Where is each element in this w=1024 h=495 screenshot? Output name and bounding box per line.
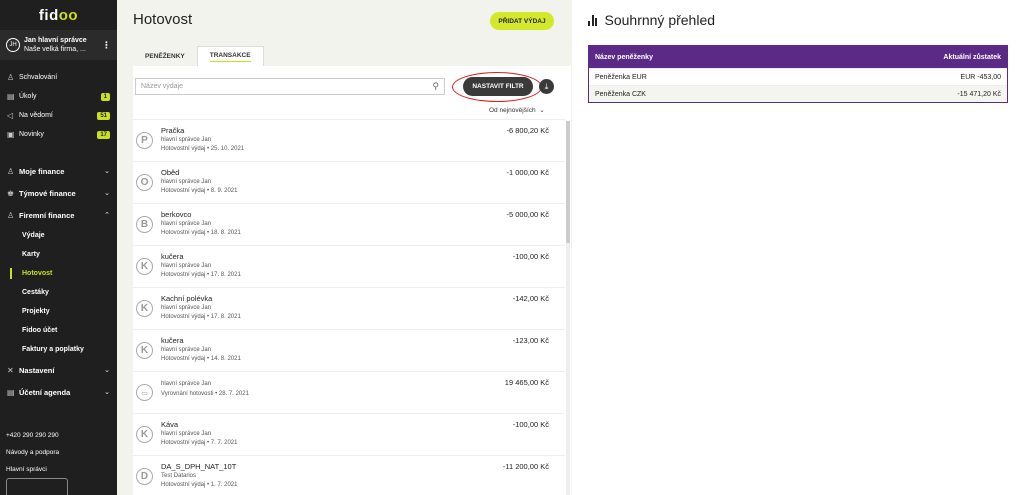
team-icon: ♚ [7,188,15,198]
sidebar-item-approvals[interactable]: ♙ Schvalování [0,68,117,87]
table-row[interactable]: P Pračka hlavní správce Jan Hotovostní v… [133,119,565,161]
add-expense-button[interactable]: PŘIDAT VÝDAJ [490,12,554,30]
chevron-down-icon: ⌄ [104,389,110,396]
tab-transactions[interactable]: TRANSAKCE [196,46,264,66]
table-row[interactable]: ▭ hlavní správce Jan Vyrovnání hotovosti… [133,371,565,413]
transaction-initial: P [136,132,153,149]
sidebar-item-cash[interactable]: Hotovost [0,264,117,283]
notice-icon: ◁ [7,111,14,120]
guides-link[interactable]: Návody a podpora [6,444,111,461]
transaction-initial: K [136,258,153,275]
chevron-up-icon: ⌃ [104,212,110,219]
fidoo-logo[interactable]: fid oo [0,0,117,30]
search-input[interactable]: Název výdaje ⚲ [135,78,445,95]
bar-chart-icon [588,14,599,26]
set-filter-button[interactable]: NASTAVIT FILTR [463,77,533,96]
sidebar-item-my-finance[interactable]: ♙ Moje finance ⌄ [0,160,117,182]
transaction-list: P Pračka hlavní správce Jan Hotovostní v… [133,119,565,495]
sidebar-item-news[interactable]: ▣ Novinky 17 [0,125,117,144]
chevron-down-icon: ⌄ [537,107,545,114]
user-name: Jan hlavní správce [24,37,87,44]
sidebar-footer: +420 290 290 290 Návody a podpora Hlavní… [6,427,111,495]
tab-wallets[interactable]: PENĚŽENKY [133,46,197,66]
scrollbar[interactable] [566,121,570,495]
transaction-initial: K [136,342,153,359]
admins-link[interactable]: Hlavní správci [6,461,111,478]
transactions-panel: Název výdaje ⚲ NASTAVIT FILTR ⤓ Od nejno… [133,66,571,495]
table-row[interactable]: O Oběd hlavní správce Jan Hotovostní výd… [133,161,565,203]
transaction-initial: K [136,426,153,443]
table-row[interactable]: K kučera hlavní správce Jan Hotovostní v… [133,329,565,371]
transaction-initial: B [136,216,153,233]
sidebar: fid oo JH Jan hlavní správce Naše velká f… [0,0,117,495]
table-row[interactable]: B berkovco hlavní správce Jan Hotovostní… [133,203,565,245]
wallet-summary-table: Název peněženky Aktuální zůstatek Peněže… [588,45,1008,103]
table-row[interactable]: K Kachní polévka hlavní správce Jan Hoto… [133,287,565,329]
download-icon[interactable]: ⤓ [539,79,554,94]
avatar: JH [6,38,20,52]
support-phone[interactable]: +420 290 290 290 [6,427,111,444]
settings-icon: ✕ [7,365,14,375]
sidebar-item-accounting[interactable]: ▤ Účetní agenda ⌄ [0,381,117,403]
table-row[interactable]: Peněženka CZK -15 471,20 Kč [589,85,1007,102]
news-icon: ▣ [7,130,15,139]
chevron-down-icon: ⌄ [104,168,110,175]
sidebar-item-invoices[interactable]: Faktury a poplatky [0,340,117,359]
sidebar-item-travel[interactable]: Cestáky [0,283,117,302]
tabs: PENĚŽENKY TRANSAKCE [133,46,264,66]
sidebar-item-notices[interactable]: ◁ Na vědomí 51 [0,106,117,125]
main-content: Hotovost PŘIDAT VÝDAJ PENĚŽENKY TRANSAKC… [117,0,572,495]
summary-title: Souhrnný přehled [588,12,715,28]
notices-badge: 51 [97,111,110,120]
table-row[interactable]: D DA_S_DPH_NAT_10T Test Datarios Hotovos… [133,455,565,495]
user-profile[interactable]: JH Jan hlavní správce Naše velká firma, … [0,30,117,60]
sidebar-item-team-finance[interactable]: ♚ Týmové finance ⌄ [0,182,117,204]
accounting-icon: ▤ [7,387,15,397]
transaction-initial: K [136,300,153,317]
page-title: Hotovost [133,11,193,28]
transaction-initial: D [136,468,153,485]
table-row[interactable]: K Káva hlavní správce Jan Hotovostní výd… [133,413,565,455]
sidebar-item-tasks[interactable]: ▤ Úkoly 1 [0,87,117,106]
news-badge: 17 [97,130,110,139]
footer-button[interactable] [6,478,68,495]
tasks-badge: 1 [100,92,110,101]
person-icon: ♙ [7,166,15,176]
table-row[interactable]: Peněženka EUR EUR -453,00 [589,68,1007,85]
nav-main: ♙ Moje finance ⌄ ♚ Týmové finance ⌄ ♙ Fi… [0,160,117,403]
search-icon[interactable]: ⚲ [432,81,439,92]
sidebar-item-settings[interactable]: ✕ Nastavení ⌄ [0,359,117,381]
more-menu-icon[interactable]: ⋮ [102,40,111,51]
nav-top: ♙ Schvalování ▤ Úkoly 1 ◁ Na vědomí 51 ▣… [0,68,117,144]
sidebar-item-expenses[interactable]: Výdaje [0,226,117,245]
table-row[interactable]: K kučera hlavní správce Jan Hotovostní v… [133,245,565,287]
sort-dropdown[interactable]: Od nejnovějších ⌄ [489,106,545,114]
sidebar-item-cards[interactable]: Karty [0,245,117,264]
approval-icon: ♙ [7,73,15,82]
summary-panel: Souhrnný přehled Název peněženky Aktuáln… [572,0,1024,495]
tasks-icon: ▤ [7,92,15,101]
scrollbar-thumb[interactable] [566,121,570,243]
chevron-down-icon: ⌄ [104,367,110,374]
sidebar-item-fidoo-account[interactable]: Fidoo účet [0,321,117,340]
table-header: Název peněženky Aktuální zůstatek [589,46,1007,68]
sidebar-item-company-finance[interactable]: ♙ Firemní finance ⌃ [0,204,117,226]
person-icon: ♙ [7,210,15,220]
transaction-initial: O [136,174,153,191]
cash-icon: ▭ [136,384,153,401]
user-company: Naše velká firma, ... [24,46,86,53]
sidebar-item-projects[interactable]: Projekty [0,302,117,321]
chevron-down-icon: ⌄ [104,190,110,197]
